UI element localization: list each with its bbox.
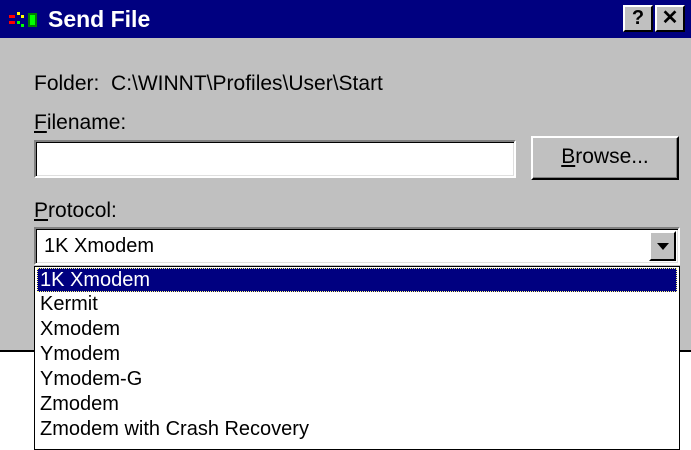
help-button[interactable]: ? <box>623 5 653 32</box>
close-icon: ✕ <box>661 7 679 29</box>
dropdown-button[interactable] <box>649 231 676 261</box>
protocol-mnemonic: P <box>34 199 49 222</box>
protocol-dropdown-list[interactable]: 1K Xmodem Kermit Xmodem Ymodem Ymodem-G … <box>34 266 680 450</box>
protocol-option[interactable]: Ymodem-G <box>37 367 677 391</box>
filename-input[interactable] <box>36 142 514 176</box>
folder-path: C:\WINNT\Profiles\User\Start <box>111 72 383 95</box>
window-title: Send File <box>48 6 151 32</box>
protocol-label-text: rotocol: <box>48 199 117 222</box>
protocol-option[interactable]: Zmodem with Crash Recovery <box>37 417 677 441</box>
folder-row: Folder: C:\WINNT\Profiles\User\Start <box>34 72 383 96</box>
browse-mnemonic: B <box>561 145 576 168</box>
browse-button[interactable]: Browse... <box>531 136 679 180</box>
protocol-option[interactable]: 1K Xmodem <box>37 268 677 292</box>
filename-label-text: ilename: <box>46 111 127 134</box>
protocol-select[interactable]: 1K Xmodem <box>34 227 680 265</box>
protocol-option[interactable]: Ymodem <box>37 342 677 366</box>
filename-label: Filename: <box>34 111 126 135</box>
protocol-selected-value: 1K Xmodem <box>44 235 155 257</box>
protocol-option[interactable]: Zmodem <box>37 392 677 416</box>
folder-label: Folder: <box>34 72 100 95</box>
title-bar[interactable]: Send File ? ✕ <box>0 0 691 38</box>
close-button[interactable]: ✕ <box>655 5 685 32</box>
protocol-label: Protocol: <box>34 199 117 223</box>
filename-field-frame <box>34 140 516 178</box>
browse-label: rowse... <box>575 145 649 168</box>
chevron-down-icon <box>657 243 669 250</box>
transfer-app-icon <box>9 12 37 27</box>
protocol-option[interactable]: Kermit <box>37 292 677 316</box>
filename-mnemonic: F <box>34 111 47 134</box>
protocol-option[interactable]: Xmodem <box>37 317 677 341</box>
